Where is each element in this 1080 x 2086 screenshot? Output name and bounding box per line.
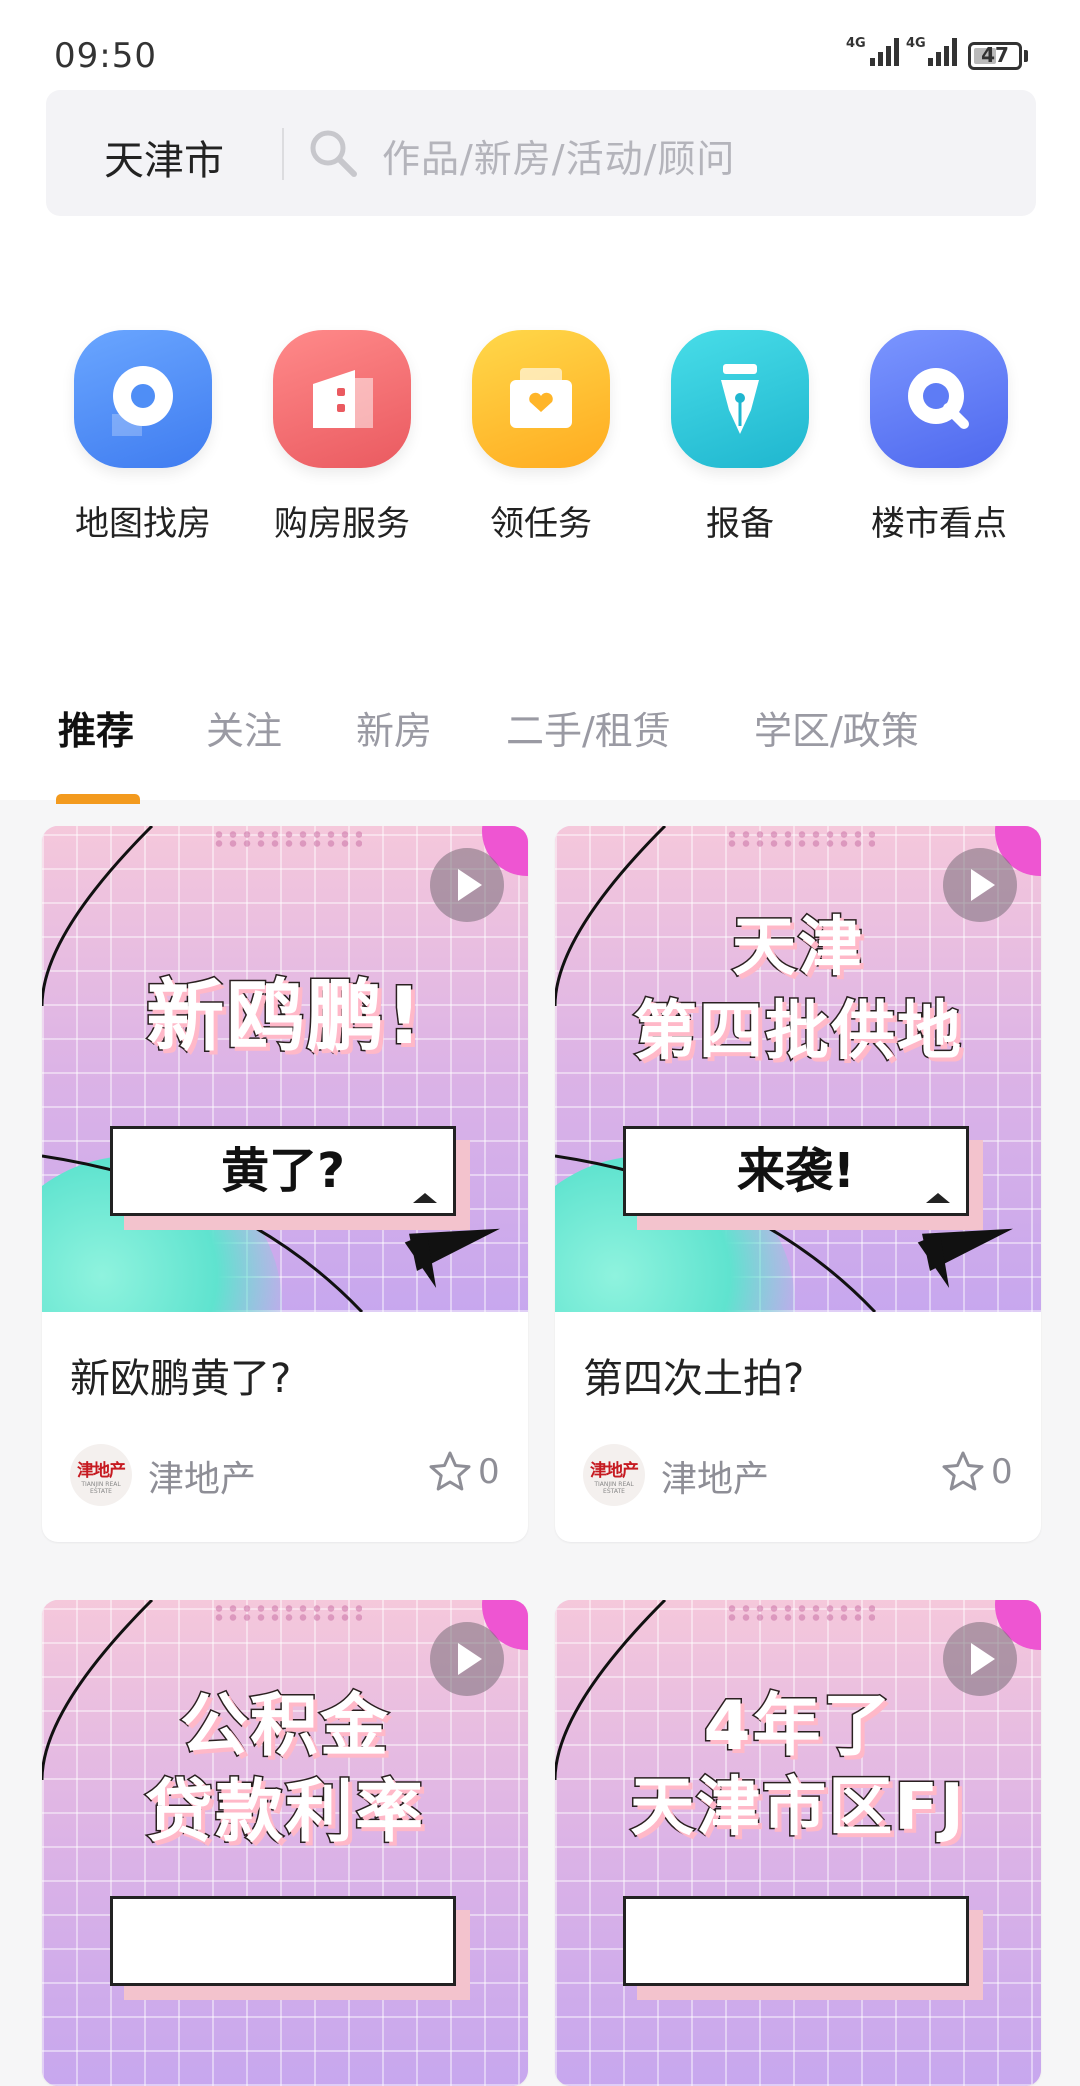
quick-label: 楼市看点 xyxy=(871,504,1007,544)
tab-resale-rental[interactable]: 二手/租赁 xyxy=(506,700,671,755)
network-type-1: 4G xyxy=(846,36,866,51)
quick-market-highlights[interactable]: 楼市看点 xyxy=(849,330,1029,545)
card-thumbnail[interactable]: 天津 第四批供地 来袭! xyxy=(555,826,1041,1312)
city-selector[interactable]: 天津市 xyxy=(104,128,224,186)
card-footer: 津地产 TIANJIN REAL ESTATE 津地产 0 xyxy=(555,1434,1041,1542)
card-title[interactable]: 新欧鹏黄了? xyxy=(42,1312,528,1434)
signal-icon-1 xyxy=(870,38,902,66)
star-icon[interactable] xyxy=(939,1448,987,1496)
quick-home-service[interactable]: 购房服务 xyxy=(252,330,432,545)
card-thumbnail[interactable]: 公积金 贷款利率 xyxy=(42,1600,528,2086)
card-thumbnail[interactable]: 新鸥鹏! 黄了? xyxy=(42,826,528,1312)
tab-indicator xyxy=(56,794,140,804)
feed-card[interactable]: 4年了 天津市区FJ xyxy=(555,1600,1041,2086)
thumb-headline-line1: 公积金 xyxy=(178,1686,390,1768)
battery-icon: 47 xyxy=(968,42,1022,70)
quick-map-search[interactable]: 地图找房 xyxy=(53,330,233,545)
search-input[interactable]: 作品/新房/活动/顾问 xyxy=(382,128,735,183)
quick-actions: 地图找房 购房服务 领任务 报备 楼市看点 xyxy=(0,330,1080,550)
quick-tasks[interactable]: 领任务 xyxy=(451,330,631,545)
thumb-headline: 新鸥鹏! xyxy=(145,971,424,1064)
quick-label: 地图找房 xyxy=(75,504,211,544)
avatar[interactable]: 津地产 TIANJIN REAL ESTATE xyxy=(70,1444,132,1506)
pen-nib-icon xyxy=(671,330,809,468)
thumb-banner-text: 黄了? xyxy=(221,1143,345,1199)
tab-recommend[interactable]: 推荐 xyxy=(58,700,134,755)
building-icon xyxy=(273,330,411,468)
divider xyxy=(282,128,284,180)
status-bar: 09:50 4G 4G 47 xyxy=(0,0,1080,88)
thumb-banner: 来袭! xyxy=(623,1126,969,1216)
thumb-headline-line2: 天津市区FJ xyxy=(629,1770,966,1847)
avatar[interactable]: 津地产 TIANJIN REAL ESTATE xyxy=(583,1444,645,1506)
status-time: 09:50 xyxy=(54,36,157,76)
card-footer: 津地产 TIANJIN REAL ESTATE 津地产 0 xyxy=(42,1434,528,1542)
author-name[interactable]: 津地产 xyxy=(148,1450,256,1502)
feed-card[interactable]: 新鸥鹏! 黄了? 新欧鹏黄了? 津地产 TIANJIN REAL ESTATE 津… xyxy=(42,826,528,1542)
like-count: 0 xyxy=(991,1452,1013,1492)
search-icon[interactable] xyxy=(304,124,364,184)
thumb-banner xyxy=(110,1896,456,1986)
play-icon[interactable] xyxy=(430,848,504,922)
quick-label: 领任务 xyxy=(490,504,592,544)
thumb-headline-line2: 第四批供地 xyxy=(632,994,963,1071)
magnifier-icon xyxy=(870,330,1008,468)
feed-card[interactable]: 公积金 贷款利率 xyxy=(42,1600,528,2086)
thumb-headline-line1: 4年了 xyxy=(702,1686,893,1768)
card-title[interactable]: 第四次土拍? xyxy=(555,1312,1041,1434)
quick-report[interactable]: 报备 xyxy=(650,330,830,545)
search-bar[interactable]: 天津市 作品/新房/活动/顾问 xyxy=(46,90,1036,216)
tab-school-policy[interactable]: 学区/政策 xyxy=(754,700,919,755)
quick-label: 购房服务 xyxy=(274,504,410,544)
thumb-headline-line2: 贷款利率 xyxy=(143,1772,425,1854)
thumb-headline-line1: 天津 xyxy=(731,910,864,987)
tab-follow[interactable]: 关注 xyxy=(206,700,282,755)
category-tabs: 推荐 关注 新房 二手/租赁 学区/政策 xyxy=(0,700,1080,804)
tab-new-homes[interactable]: 新房 xyxy=(356,700,432,755)
task-bag-icon xyxy=(472,330,610,468)
like-count: 0 xyxy=(478,1452,500,1492)
map-pin-icon xyxy=(74,330,212,468)
battery-level: 47 xyxy=(981,43,1009,67)
feed-card[interactable]: 天津 第四批供地 来袭! 第四次土拍? 津地产 TIANJIN REAL ESTA… xyxy=(555,826,1041,1542)
signal-icon-2 xyxy=(928,38,960,66)
author-name[interactable]: 津地产 xyxy=(661,1450,769,1502)
quick-label: 报备 xyxy=(706,504,774,544)
thumb-banner xyxy=(623,1896,969,1986)
battery-cap xyxy=(1024,50,1028,62)
thumb-banner: 黄了? xyxy=(110,1126,456,1216)
thumb-banner-text: 来袭! xyxy=(737,1143,855,1199)
star-icon[interactable] xyxy=(426,1448,474,1496)
card-thumbnail[interactable]: 4年了 天津市区FJ xyxy=(555,1600,1041,2086)
network-type-2: 4G xyxy=(906,36,926,51)
